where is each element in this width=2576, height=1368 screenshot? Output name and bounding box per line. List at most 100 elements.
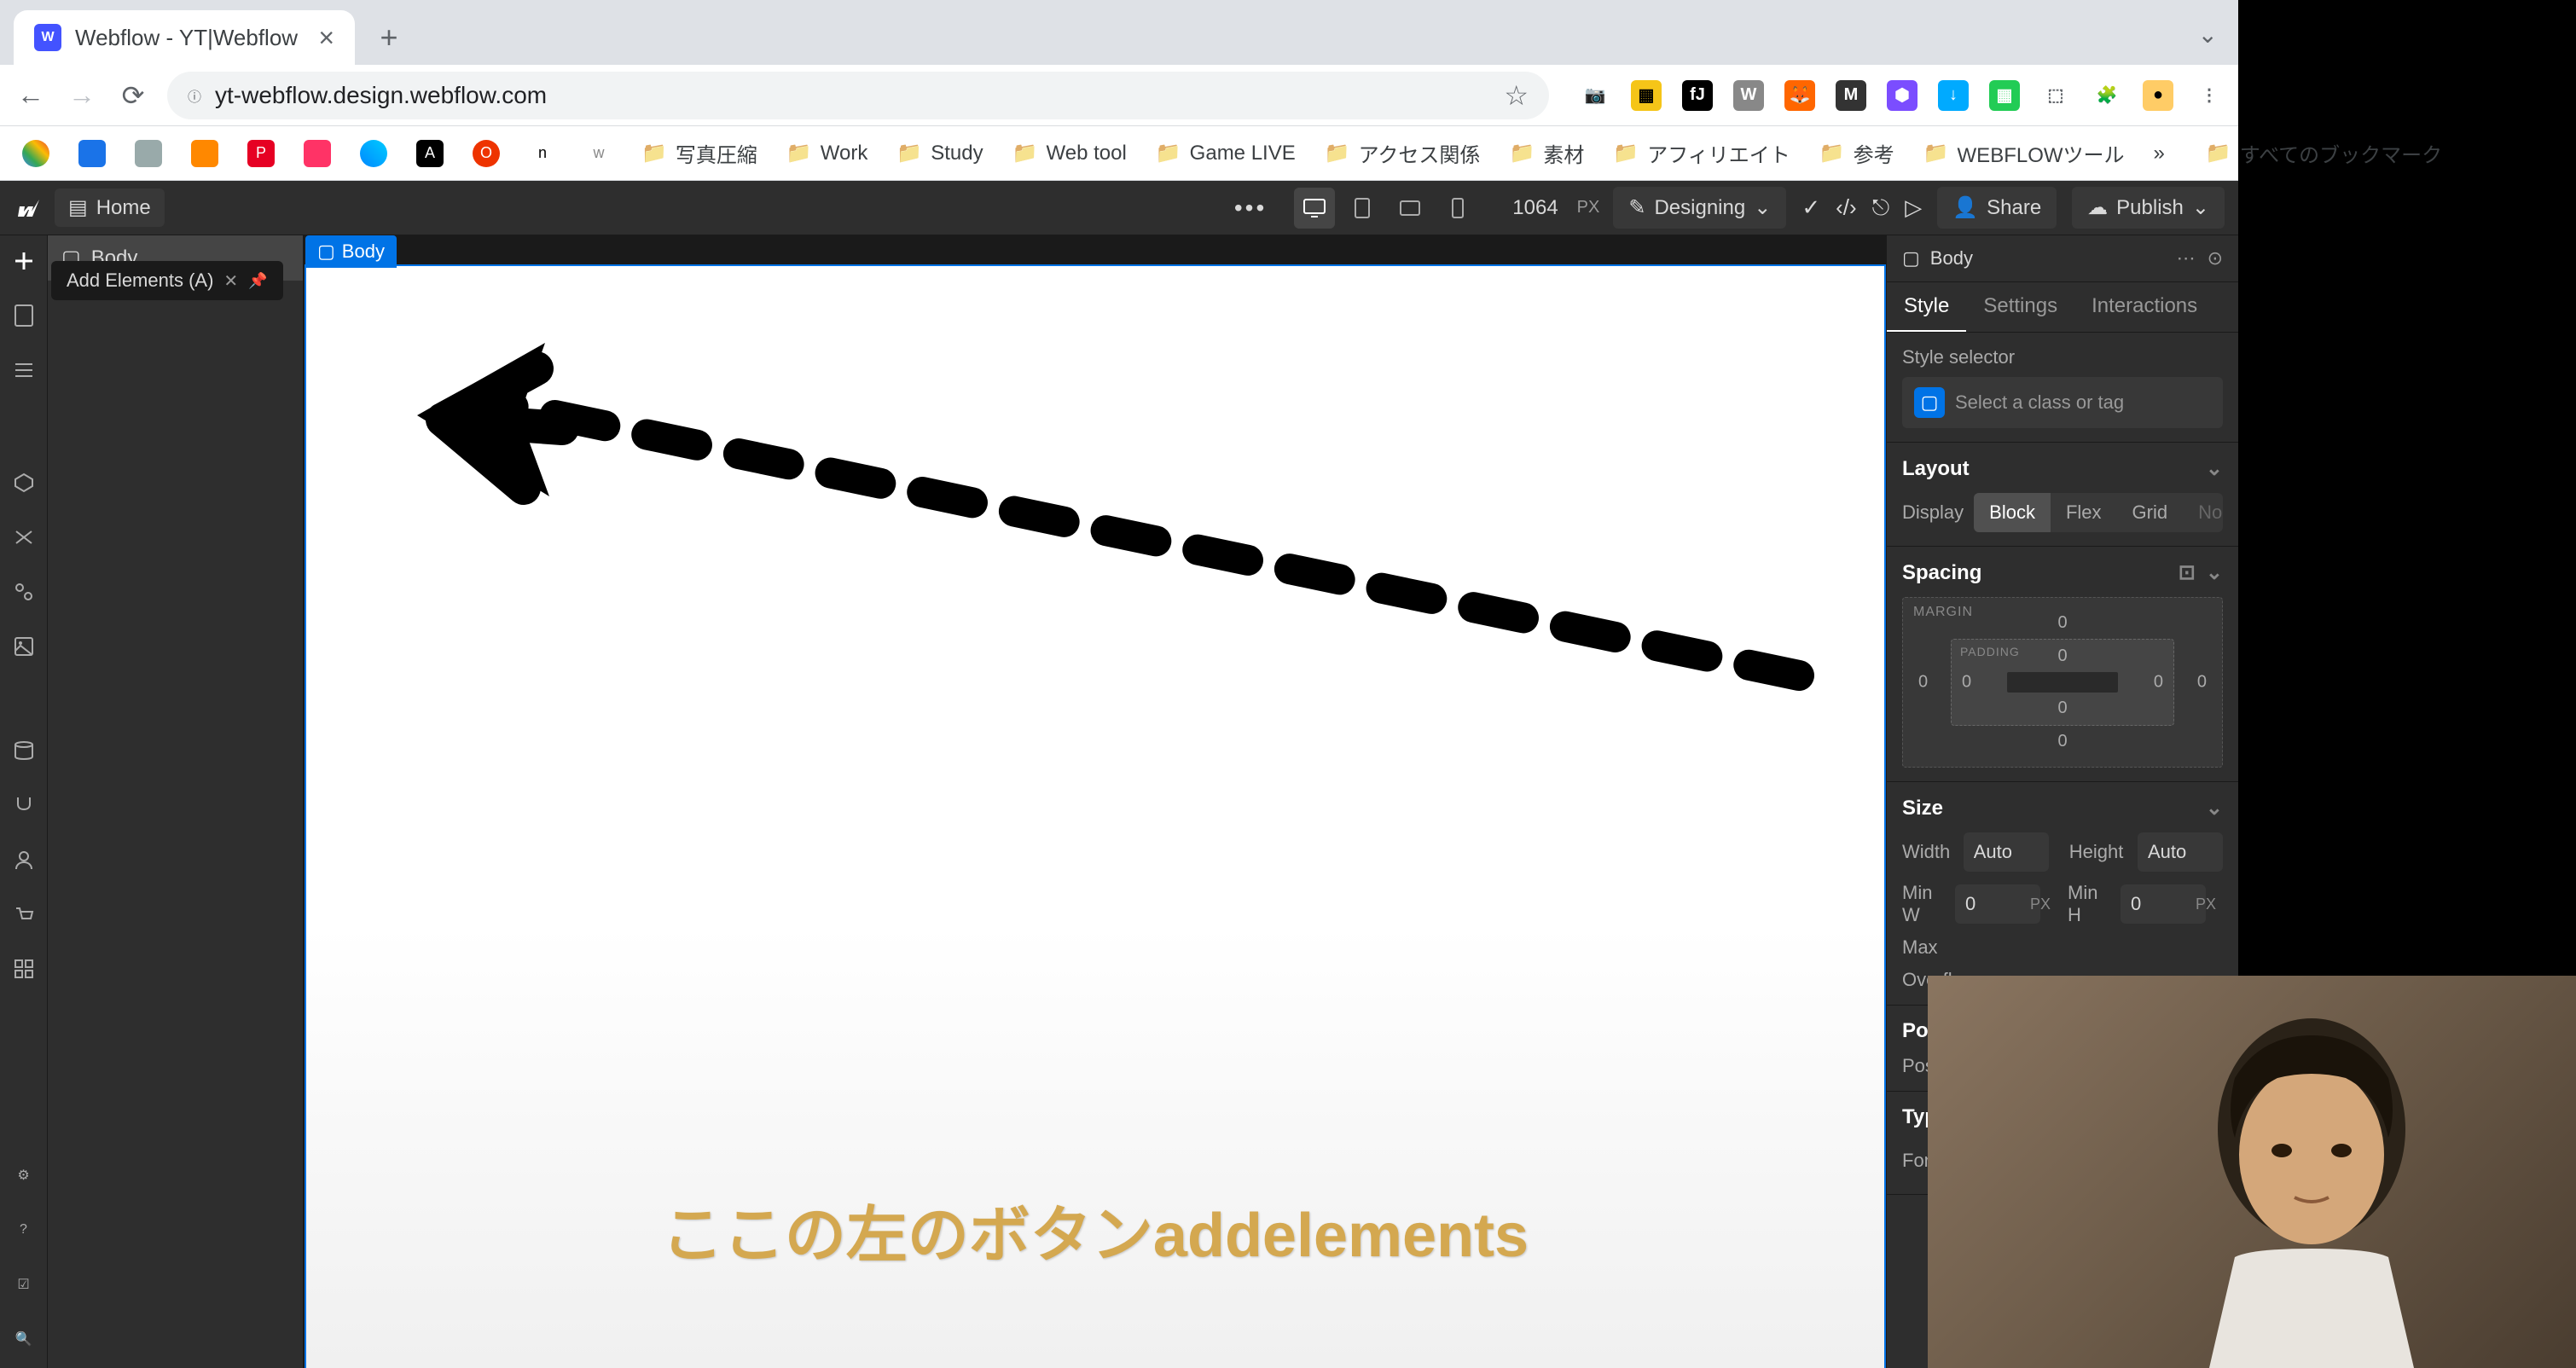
ext-icon[interactable]: M	[1836, 80, 1866, 111]
designing-mode-button[interactable]: ✎ Designing ⌄	[1613, 187, 1786, 229]
style-selectors-icon[interactable]	[9, 577, 39, 607]
bookmark-folder[interactable]: アクセス関係	[1316, 133, 1489, 173]
home-button[interactable]: ▤ Home	[55, 188, 165, 227]
browser-tab[interactable]: W Webflow - YT|Webflow ×	[14, 10, 355, 65]
bookmark-icon[interactable]: A	[408, 135, 452, 172]
site-info-icon[interactable]: ⓘ	[188, 85, 201, 106]
code-icon[interactable]: ‹/›	[1836, 194, 1857, 221]
viewport-width-value[interactable]: 1064	[1512, 196, 1558, 220]
bookmark-icon[interactable]	[126, 135, 171, 172]
bookmark-overflow[interactable]: »	[2145, 136, 2173, 171]
margin-top-value[interactable]: 0	[2057, 613, 2067, 633]
add-elements-button[interactable]	[9, 246, 39, 276]
share-button[interactable]: 👤 Share	[1937, 187, 2057, 229]
check-icon[interactable]: ✓	[1801, 194, 1820, 221]
ecommerce-icon[interactable]	[9, 899, 39, 930]
padding-right-value[interactable]: 0	[2154, 673, 2163, 693]
padding-bottom-value[interactable]: 0	[2057, 698, 2067, 718]
play-icon[interactable]: ▷	[1905, 194, 1922, 221]
bookmark-icon[interactable]	[295, 135, 339, 172]
margin-left-value[interactable]: 0	[1918, 673, 1928, 693]
padding-top-value[interactable]: 0	[2057, 646, 2067, 666]
panel-focus-icon[interactable]: ⊙	[2208, 247, 2223, 270]
new-tab-button[interactable]: +	[365, 14, 413, 61]
ext-icon[interactable]: 📷	[1580, 80, 1610, 111]
bookmark-folder[interactable]: Web tool	[1004, 136, 1135, 171]
device-mobile-button[interactable]	[1437, 188, 1478, 229]
spacing-reset-icon[interactable]: ⊡	[2179, 560, 2196, 585]
device-tablet-landscape-button[interactable]	[1390, 188, 1430, 229]
profile-avatar[interactable]: ●	[2143, 80, 2173, 111]
nav-forward-button[interactable]: →	[65, 78, 99, 113]
device-desktop-button[interactable]	[1294, 188, 1335, 229]
ext-icon[interactable]: 🦊	[1784, 80, 1815, 111]
apps-icon[interactable]	[9, 954, 39, 984]
tooltip-pin-icon[interactable]: 📌	[248, 272, 267, 290]
spacing-box[interactable]: MARGIN 0 0 0 0 PADDING 0 0 0 0	[1902, 597, 2223, 768]
publish-button[interactable]: ☁ Publish ⌄	[2072, 187, 2225, 229]
style-selector-input[interactable]: ▢ Select a class or tag	[1902, 377, 2223, 428]
bookmark-star-icon[interactable]: ☆	[1504, 79, 1529, 112]
tabs-dropdown-icon[interactable]: ⌄	[2198, 20, 2218, 49]
bookmark-icon[interactable]: n	[520, 135, 565, 172]
bookmark-icon[interactable]	[351, 135, 396, 172]
settings-gear-icon[interactable]: ⚙	[9, 1160, 39, 1191]
bookmark-folder[interactable]: 参考	[1811, 133, 1903, 173]
bookmark-icon[interactable]	[183, 135, 227, 172]
display-block-button[interactable]: Block	[1974, 493, 2051, 532]
ext-icon[interactable]: W	[1733, 80, 1764, 111]
search-icon[interactable]: 🔍	[9, 1324, 39, 1354]
chevron-down-icon[interactable]: ⌄	[2206, 560, 2223, 585]
bookmark-icon[interactable]: P	[239, 135, 283, 172]
extensions-puzzle-icon[interactable]: 🧩	[2092, 80, 2122, 111]
tooltip-close-icon[interactable]: ✕	[223, 270, 238, 292]
bookmark-icon[interactable]	[14, 135, 58, 172]
bookmark-folder[interactable]: Game LIVE	[1147, 136, 1304, 171]
bookmark-folder[interactable]: アフィリエイト	[1604, 133, 1798, 173]
tab-style[interactable]: Style	[1887, 282, 1966, 332]
tab-close-button[interactable]: ×	[318, 22, 334, 54]
nav-reload-button[interactable]: ⟳	[116, 78, 150, 113]
ext-icon[interactable]: ⬢	[1887, 80, 1917, 111]
nav-back-button[interactable]: ←	[14, 78, 48, 113]
panel-more-icon[interactable]: ⋯	[2177, 247, 2196, 270]
width-input[interactable]	[1964, 832, 2049, 872]
height-input[interactable]	[2138, 832, 2223, 872]
bookmark-folder[interactable]: WEBFLOWツール	[1915, 133, 2133, 173]
users-icon[interactable]	[9, 844, 39, 875]
bookmark-folder[interactable]: Study	[888, 136, 991, 171]
selected-element-tag[interactable]: ▢ Body	[305, 235, 397, 268]
audit-icon[interactable]: ☑	[9, 1269, 39, 1300]
display-flex-button[interactable]: Flex	[2051, 493, 2117, 532]
min-width-input[interactable]	[1955, 884, 2040, 924]
bookmark-folder[interactable]: 素材	[1500, 133, 1593, 173]
export-icon[interactable]: ⎋	[1872, 194, 1890, 222]
chevron-down-icon[interactable]: ⌄	[2206, 456, 2223, 481]
display-none-button[interactable]: None	[2183, 493, 2223, 532]
help-icon[interactable]: ?	[9, 1214, 39, 1245]
min-height-input[interactable]	[2121, 884, 2206, 924]
bookmark-icon[interactable]: O	[464, 135, 508, 172]
bookmark-icon[interactable]	[70, 135, 114, 172]
margin-right-value[interactable]: 0	[2197, 673, 2207, 693]
chevron-down-icon[interactable]: ⌄	[2206, 796, 2223, 820]
bookmark-folder[interactable]: 写真圧縮	[633, 133, 766, 173]
bookmark-icon[interactable]: w	[577, 135, 621, 172]
device-tablet-button[interactable]	[1342, 188, 1383, 229]
margin-bottom-value[interactable]: 0	[2057, 732, 2067, 751]
tab-interactions[interactable]: Interactions	[2074, 282, 2214, 332]
bookmark-folder[interactable]: Work	[778, 136, 876, 171]
canvas-body[interactable]: ここの左のボタンaddelements	[306, 266, 1884, 1368]
ext-icon[interactable]: ▦	[1989, 80, 2020, 111]
ext-icon[interactable]: ▦	[1631, 80, 1662, 111]
variables-icon[interactable]	[9, 522, 39, 553]
cms-icon[interactable]	[9, 735, 39, 766]
components-icon[interactable]	[9, 467, 39, 498]
url-field[interactable]: ⓘ yt-webflow.design.webflow.com ☆	[167, 72, 1549, 119]
navigator-icon[interactable]	[9, 355, 39, 385]
webflow-logo-icon[interactable]	[14, 194, 41, 222]
topbar-more-icon[interactable]: •••	[1234, 194, 1267, 222]
all-bookmarks-folder[interactable]: すべてのブックマーク	[2197, 133, 2451, 173]
ext-icon[interactable]: ⬚	[2040, 80, 2071, 111]
pages-icon[interactable]	[9, 300, 39, 331]
